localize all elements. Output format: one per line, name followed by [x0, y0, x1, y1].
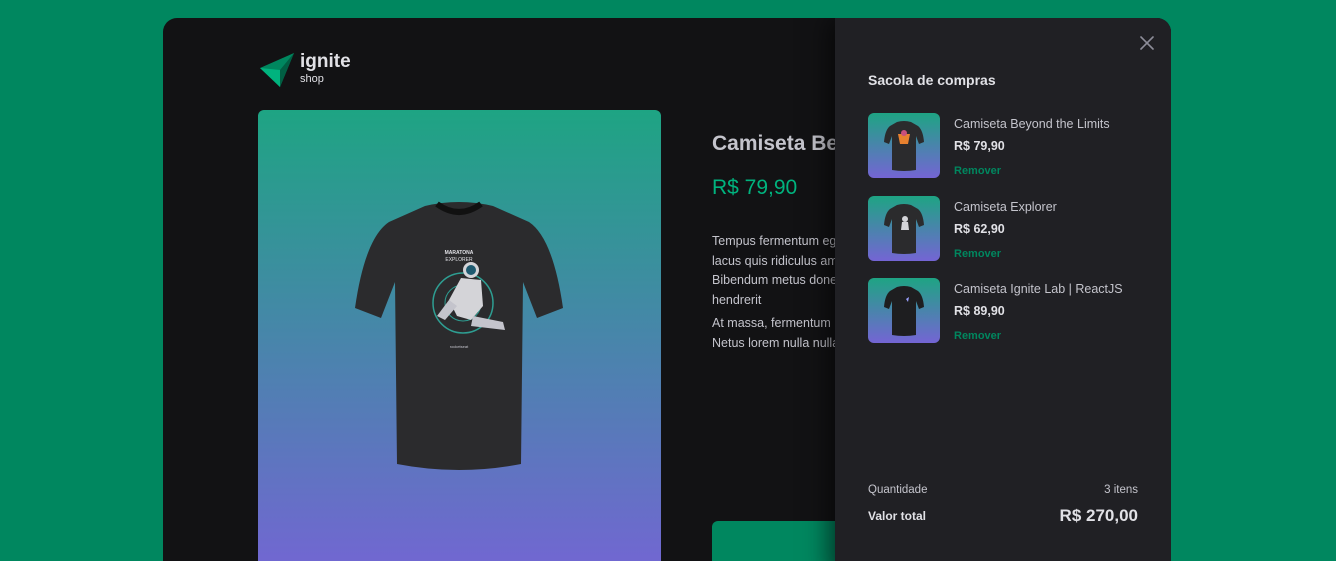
buy-button[interactable]	[712, 521, 852, 561]
cart-item-list: Camiseta Beyond the Limits R$ 79,90 Remo…	[868, 113, 1148, 361]
cart-item-name: Camiseta Ignite Lab | ReactJS	[954, 282, 1123, 296]
cart-summary: Quantidade 3 itens Valor total R$ 270,00	[868, 484, 1138, 526]
ignite-logo-icon	[260, 53, 294, 87]
product-image: MARATONA EXPLORER rocketseat	[258, 110, 661, 561]
cart-item-name: Camiseta Explorer	[954, 199, 1057, 214]
app-window: ignite shop MARATONA EXPLORER rocketseat…	[163, 18, 1171, 561]
cart-item: Camiseta Explorer R$ 62,90 Remover	[868, 195, 1148, 261]
remove-item-button[interactable]: Remover	[954, 165, 1001, 177]
cart-title: Sacola de compras	[868, 72, 996, 88]
cart-item-price: R$ 79,90	[954, 139, 1005, 153]
quantity-label: Quantidade	[868, 484, 928, 496]
product-price: R$ 79,90	[712, 176, 798, 199]
remove-item-button[interactable]: Remover	[954, 330, 1001, 342]
quantity-row: Quantidade 3 itens	[868, 484, 1138, 496]
cart-drawer: Sacola de compras Camiseta Beyond the Li…	[835, 18, 1171, 561]
svg-text:MARATONA: MARATONA	[445, 250, 474, 256]
svg-text:EXPLORER: EXPLORER	[445, 257, 473, 263]
tshirt-thumbnail-icon	[884, 121, 924, 171]
remove-item-button[interactable]: Remover	[954, 248, 1001, 260]
total-value: R$ 270,00	[1059, 506, 1138, 525]
close-icon	[1140, 36, 1154, 50]
cart-item-thumbnail	[868, 195, 940, 261]
cart-item-thumbnail	[868, 278, 940, 343]
tshirt-thumbnail-icon	[884, 203, 924, 254]
cart-item-price: R$ 89,90	[954, 304, 1005, 318]
close-button[interactable]	[1139, 35, 1155, 51]
cart-item-name: Camiseta Beyond the Limits	[954, 117, 1110, 131]
ignite-shop-logo[interactable]: ignite shop	[258, 51, 351, 89]
quantity-value: 3 itens	[1104, 484, 1138, 496]
cart-item: Camiseta Ignite Lab | ReactJS R$ 89,90 R…	[868, 278, 1148, 343]
logo-wordmark: ignite	[300, 51, 351, 72]
product-description-2: At massa, fermentum Netus lorem nulla nu…	[712, 316, 840, 350]
total-row: Valor total R$ 270,00	[868, 506, 1138, 526]
tshirt-thumbnail-icon	[884, 286, 924, 336]
cart-item-price: R$ 62,90	[954, 221, 1005, 236]
logo-subtitle: shop	[300, 73, 324, 85]
svg-text:rocketseat: rocketseat	[450, 344, 469, 349]
tshirt-image: MARATONA EXPLORER rocketseat	[355, 201, 563, 470]
cart-item-thumbnail	[868, 113, 940, 178]
total-label: Valor total	[868, 509, 927, 523]
cart-item: Camiseta Beyond the Limits R$ 79,90 Remo…	[868, 113, 1148, 178]
